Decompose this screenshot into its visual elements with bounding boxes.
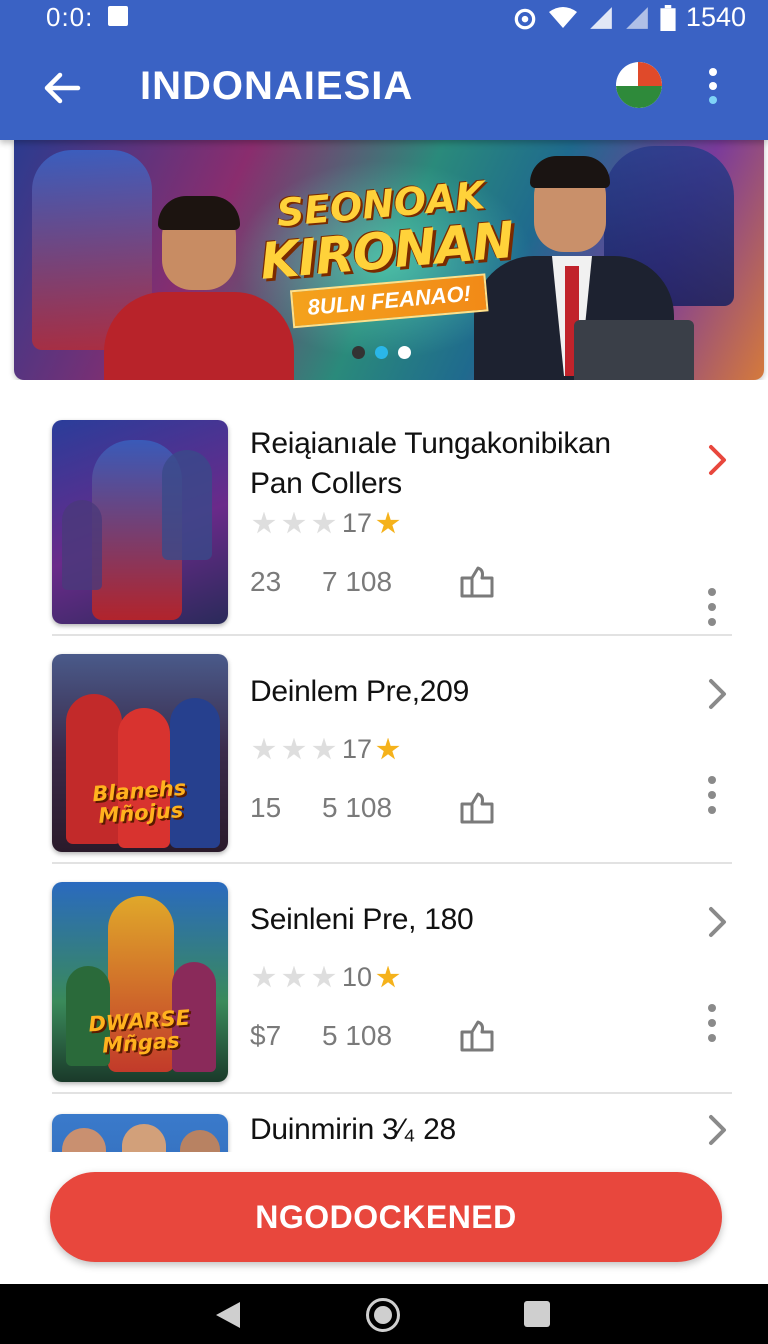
primary-action-button[interactable]: NGODOCKENED [50,1172,722,1262]
region-flag-icon[interactable] [616,62,662,108]
top-bar: 0:0: 1540 INDONAIESIA [0,0,768,140]
battery-icon [660,4,676,31]
rating-value: 17 [342,734,373,764]
star-empty-icon [312,965,336,988]
stat-downloads: 7 108 [322,566,393,597]
item-menu-icon[interactable] [708,1004,718,1048]
promo-banner[interactable]: SEONOAK KIRONAN 8ULN FEANAO! [14,140,764,380]
star-filled-icon [376,511,400,534]
overflow-menu-icon[interactable] [704,68,722,108]
star-empty-icon [252,737,276,760]
rating-value: 10 [342,962,373,992]
star-empty-icon [312,511,336,534]
game-thumbnail[interactable] [52,420,228,624]
rating: 10 [252,962,406,993]
game-title[interactable]: Duinmirin 3⁄₄ 28 [250,1110,670,1150]
signal-icon-2 [626,6,648,29]
page-title: INDONAIESIA [140,64,414,108]
game-title[interactable]: Reiąianıale Tungakonibikan Pan Collers [250,424,670,504]
game-thumbnail[interactable] [52,1114,228,1152]
nav-recents-icon[interactable] [524,1301,550,1327]
star-empty-icon [282,737,306,760]
chevron-right-icon[interactable] [702,676,732,712]
rating-value: 17 [342,508,373,538]
banner-headline: SEONOAK KIRONAN 8ULN FEANAO! [255,173,516,330]
stat-count: $7 [250,1020,282,1051]
item-menu-icon[interactable] [708,776,718,820]
stat-count: 15 [250,792,282,823]
status-bar: 0:0: 1540 [0,0,768,34]
star-empty-icon [252,965,276,988]
app-bar: INDONAIESIA [0,44,768,132]
stat-downloads: 5 108 [322,792,393,823]
signal-icon [590,6,612,29]
chevron-right-icon[interactable] [702,1112,732,1148]
wifi-icon [548,6,577,28]
item-menu-icon[interactable] [708,588,718,632]
divider [52,862,732,864]
star-empty-icon [282,965,306,988]
star-empty-icon [282,511,306,534]
list-item[interactable]: Blanehs Mñojus Deinlem Pre,209 17 15 5 1… [52,654,732,882]
divider [52,634,732,636]
share-icon[interactable] [458,564,498,600]
back-arrow-icon[interactable] [40,66,84,110]
share-icon[interactable] [458,1018,498,1054]
stat-downloads: 5 108 [322,1020,393,1051]
game-stats: 15 5 108 [250,790,498,826]
game-thumbnail[interactable]: Blanehs Mñojus [52,654,228,852]
chevron-right-icon[interactable] [702,904,732,940]
divider [52,1092,732,1094]
game-title[interactable]: Deinlem Pre,209 [250,672,670,712]
battery-percent: 1540 [685,2,746,32]
nav-back-icon[interactable] [214,1300,242,1330]
game-list: Reiąianıale Tungakonibikan Pan Collers 1… [0,380,768,1152]
rating: 17 [252,734,406,765]
star-empty-icon [252,511,276,534]
star-filled-icon [376,965,400,988]
list-item[interactable]: DWARSE Mñgas Seinleni Pre, 180 10 $7 5 1… [52,882,732,1110]
nav-home-icon[interactable] [366,1298,400,1332]
carousel-indicator[interactable] [352,346,411,359]
game-thumbnail[interactable]: DWARSE Mñgas [52,882,228,1082]
carousel-dot[interactable] [352,346,365,359]
carousel-dot[interactable] [375,346,388,359]
status-time: 0:0: [46,2,94,32]
carousel-dot-active[interactable] [398,346,411,359]
star-filled-icon [376,737,400,760]
star-empty-icon [312,737,336,760]
game-stats: 23 7 108 [250,564,498,600]
list-item[interactable]: Duinmirin 3⁄₄ 28 [52,1112,732,1152]
bottom-action-area: NGODOCKENED [0,1152,768,1284]
game-title[interactable]: Seinleni Pre, 180 [250,900,670,940]
alarm-icon [514,8,536,29]
stat-count: 23 [250,566,282,597]
share-icon[interactable] [458,790,498,826]
sim-icon [108,6,128,26]
system-nav-bar [0,1284,768,1344]
game-stats: $7 5 108 [250,1018,498,1054]
laptop-image [574,320,694,380]
rating: 17 [252,508,406,539]
chevron-right-icon[interactable] [702,442,732,478]
list-item[interactable]: Reiąianıale Tungakonibikan Pan Collers 1… [52,420,732,648]
